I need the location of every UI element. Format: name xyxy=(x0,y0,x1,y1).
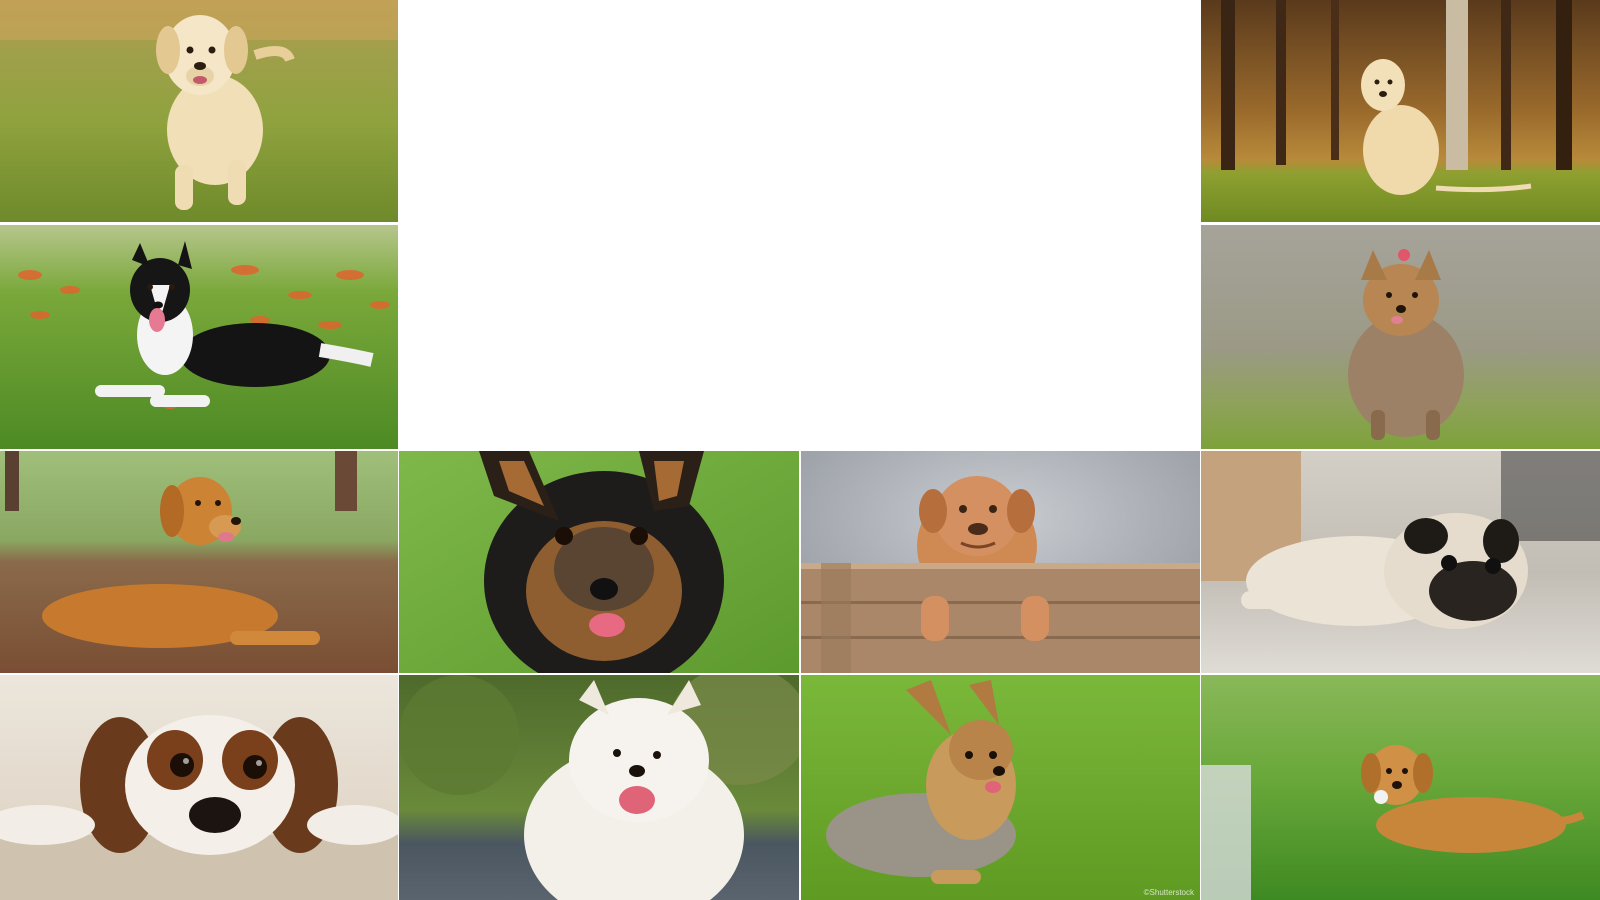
dog-photo-golden-retriever-forest xyxy=(1201,0,1600,222)
dog-photo-golden-puppy-running xyxy=(0,0,398,222)
dog-photo-yorkie-lying: ©Shutterstock xyxy=(801,675,1200,900)
dog-photo-golden-puppy-lawn xyxy=(1201,675,1600,900)
image-gallery: ©Shutterstock xyxy=(0,0,1600,900)
dog-photo-samoyed xyxy=(399,675,799,900)
watermark-text: ©Shutterstock xyxy=(1143,888,1194,897)
dog-photo-golden-retriever-path xyxy=(0,451,398,673)
dog-photo-cavalier-spaniel xyxy=(0,675,398,900)
dog-photo-yorkie-with-bow xyxy=(1201,225,1600,449)
dog-photo-yorkie-face xyxy=(399,451,799,673)
dog-photo-puppy-in-crate xyxy=(801,451,1200,673)
dog-photo-pug xyxy=(1201,451,1600,673)
dog-photo-border-collie xyxy=(0,225,398,449)
